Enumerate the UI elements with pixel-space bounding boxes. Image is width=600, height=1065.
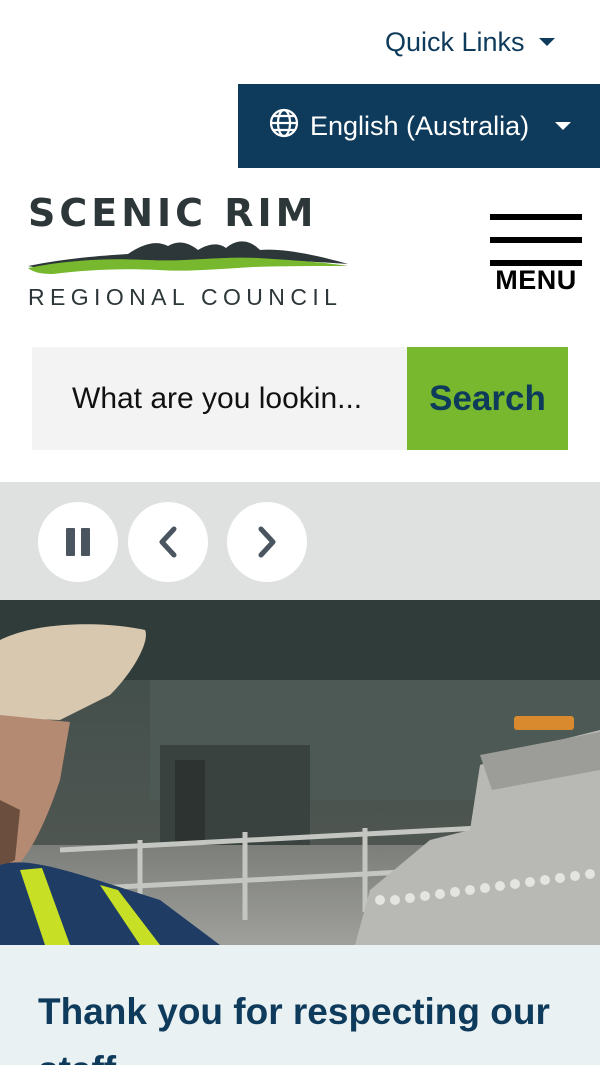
- pause-icon: [66, 528, 90, 556]
- next-slide-button[interactable]: [227, 502, 307, 582]
- menu-label: MENU: [495, 265, 577, 295]
- globe-icon: [268, 107, 300, 146]
- pause-button[interactable]: [38, 502, 118, 582]
- quick-links-dropdown[interactable]: Quick Links: [385, 22, 555, 62]
- language-label: English (Australia): [310, 110, 530, 141]
- site-logo[interactable]: SCENIC RIM REGIONAL COUNCIL: [28, 192, 348, 314]
- language-selector[interactable]: English (Australia): [238, 84, 600, 168]
- quick-links-label: Quick Links: [385, 26, 525, 57]
- chevron-left-icon: [159, 526, 177, 558]
- logo-title: SCENIC RIM: [28, 191, 318, 235]
- hero-image: [0, 600, 600, 945]
- slide-caption: Thank you for respecting our staff: [0, 945, 600, 1065]
- chevron-down-icon: [538, 38, 555, 46]
- carousel-controls: [0, 482, 600, 600]
- search-button[interactable]: Search: [407, 347, 568, 450]
- previous-slide-button[interactable]: [128, 502, 208, 582]
- search-input[interactable]: [32, 347, 407, 450]
- slide-title[interactable]: Thank you for respecting our staff: [38, 983, 578, 1065]
- chevron-down-icon: [555, 122, 572, 130]
- menu-button[interactable]: MENU: [486, 214, 586, 314]
- chevron-right-icon: [258, 526, 276, 558]
- logo-mountain-icon: [28, 241, 348, 274]
- search-form: Search: [32, 347, 568, 450]
- logo-subtitle: REGIONAL COUNCIL: [28, 284, 343, 310]
